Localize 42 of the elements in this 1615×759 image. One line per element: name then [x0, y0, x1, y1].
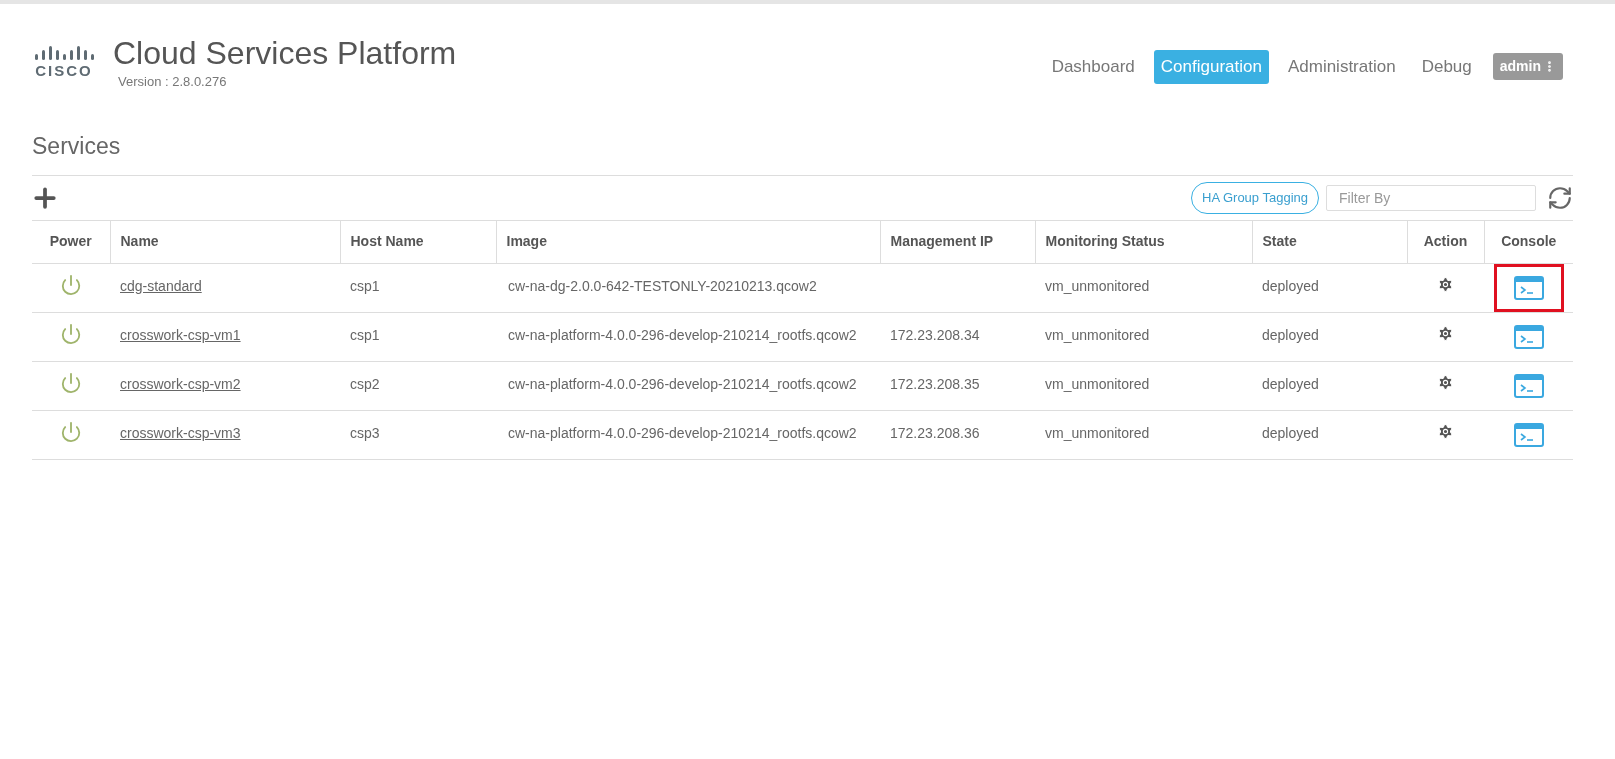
version-text: Version : 2.8.0.276: [118, 73, 228, 91]
user-menu-button[interactable]: admin: [1492, 53, 1563, 81]
monitoring-status-text: vm_unmonitored: [1045, 277, 1150, 294]
image-text: cw-na-platform-4.0.0-296-develop-210214_rootfs.qcow2: [507, 325, 858, 345]
state-text: deployed: [1262, 277, 1319, 294]
service-name-link[interactable]: crosswork-csp-vm2: [120, 375, 241, 392]
host-name-text: csp2: [350, 375, 380, 392]
service-name-link[interactable]: crosswork-csp-vm1: [120, 326, 241, 343]
management-ip-text: 172.23.208.36: [890, 424, 980, 441]
image-text: cw-na-platform-4.0.0-296-develop-210214_rootfs.qcow2: [507, 374, 858, 394]
image-text: cw-na-dg-2.0.0-642-TESTONLY-20210213.qcow2: [507, 276, 818, 296]
nav-tab[interactable]: Administration: [1280, 50, 1403, 84]
column-header: Image: [496, 220, 880, 263]
app-title: Cloud Services Platform: [113, 34, 457, 72]
image-text: cw-na-platform-4.0.0-296-develop-210214_rootfs.qcow2: [507, 423, 858, 443]
monitoring-status-text: vm_unmonitored: [1045, 424, 1150, 441]
column-header: Console: [1484, 220, 1573, 263]
nav-tab[interactable]: Dashboard: [1044, 50, 1142, 84]
state-text: deployed: [1262, 326, 1319, 343]
state-text: deployed: [1262, 424, 1319, 441]
state-text: deployed: [1262, 375, 1319, 392]
logo-wordmark: CISCO: [35, 63, 93, 78]
monitoring-status-text: vm_unmonitored: [1045, 326, 1150, 343]
column-header: Management IP: [880, 220, 1035, 263]
column-header: Power: [32, 220, 110, 263]
service-name-link[interactable]: cdg-standard: [120, 277, 202, 294]
host-name-text: csp1: [350, 326, 380, 343]
filter-field[interactable]: Filter By: [1326, 184, 1536, 211]
column-header: Host Name: [340, 220, 496, 263]
column-header: Name: [110, 220, 340, 263]
monitoring-status-text: vm_unmonitored: [1045, 375, 1150, 392]
column-header: Action: [1407, 220, 1484, 263]
host-name-text: csp3: [350, 424, 380, 441]
management-ip-text: 172.23.208.35: [890, 375, 980, 392]
page-heading: Services: [32, 131, 122, 161]
column-header: Monitoring Status: [1035, 220, 1252, 263]
nav-tab[interactable]: Configuration: [1153, 50, 1269, 84]
column-header: State: [1252, 220, 1407, 263]
management-ip-text: 172.23.208.34: [890, 326, 980, 343]
service-name-link[interactable]: crosswork-csp-vm3: [120, 424, 241, 441]
host-name-text: csp1: [350, 277, 380, 294]
nav-tab[interactable]: Debug: [1414, 50, 1479, 84]
